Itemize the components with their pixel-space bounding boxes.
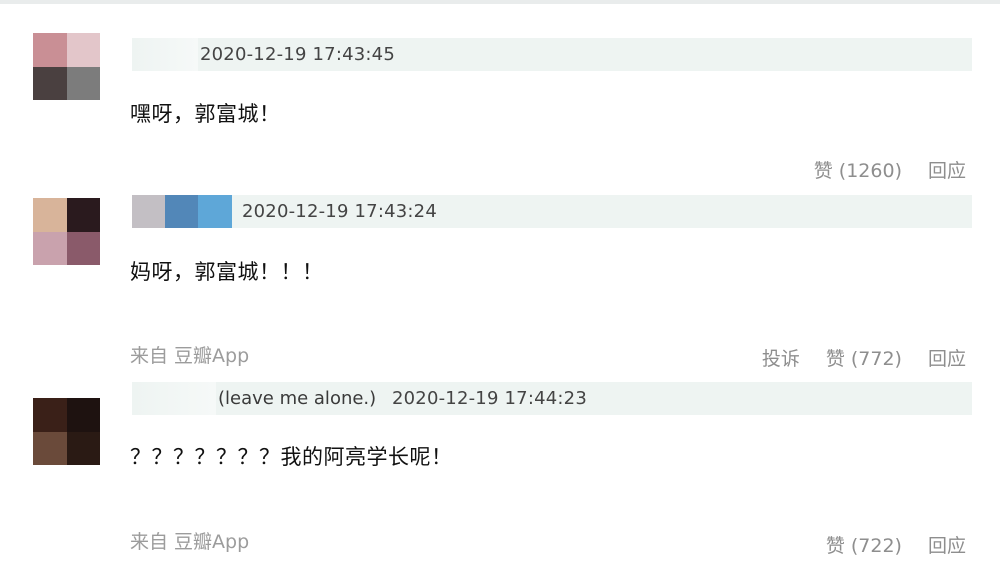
comment-meta: 2020-12-19 17:43:45 [132,38,972,71]
comment-meta: (leave me alone.) 2020-12-19 17:44:23 [132,382,972,415]
avatar-pixel [66,398,100,432]
avatar-pixel [33,231,67,265]
like-button[interactable]: 赞 (1260) [814,156,902,183]
reply-button[interactable]: 回应 [928,531,966,558]
comment-text: 妈呀，郭富城！！！ [130,260,324,284]
avatar-pixel [33,66,67,100]
avatar-pixel [66,231,100,265]
comment-time: 2020-12-19 17:44:23 [392,388,587,409]
username-redacted[interactable] [132,38,198,71]
avatar-pixel [66,431,100,465]
name-pixel [165,195,198,228]
comment-time: 2020-12-19 17:43:24 [242,201,437,222]
reply-button[interactable]: 回应 [928,344,966,371]
avatar-pixel [66,66,100,100]
avatar-pixel [33,431,67,465]
username-redacted[interactable] [132,195,232,228]
comment-actions: 赞 (722) 回应 [826,531,966,558]
comment-time: 2020-12-19 17:43:45 [200,44,395,65]
like-button[interactable]: 赞 (772) [826,344,902,371]
username[interactable]: (leave me alone.) [218,382,376,415]
avatar-pixel [33,398,67,432]
comment-actions: 投诉 赞 (772) 回应 [762,344,966,371]
avatar[interactable] [33,198,100,265]
comment-source: 来自 豆瓣App [130,345,250,367]
comment-source: 来自 豆瓣App [130,531,250,553]
like-button[interactable]: 赞 (722) [826,531,902,558]
avatar-pixel [66,198,100,232]
report-button[interactable]: 投诉 [762,344,800,371]
avatar-pixel [33,198,67,232]
comment-text: ？？？？？？？我的阿亮学长呢！ [130,445,453,469]
username-redacted[interactable] [132,382,216,415]
name-pixel [198,195,232,228]
reply-button[interactable]: 回应 [928,156,966,183]
comment-meta: 2020-12-19 17:43:24 [132,195,972,228]
comment-text: 嘿呀，郭富城！ [130,102,281,126]
comment-actions: 赞 (1260) 回应 [814,156,966,183]
avatar[interactable] [33,33,100,100]
avatar-pixel [33,33,67,67]
name-pixel [132,195,165,228]
avatar[interactable] [33,398,100,465]
top-divider [0,0,1000,4]
avatar-pixel [66,33,100,67]
